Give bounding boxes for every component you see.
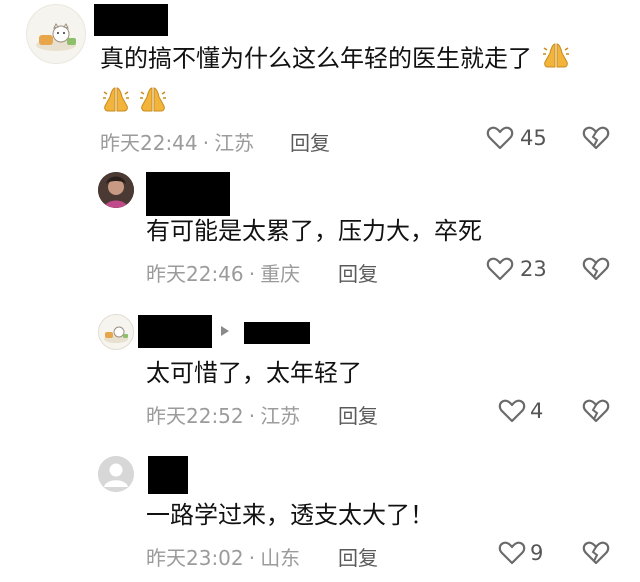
comment-time: 昨天22:44 <box>100 131 198 155</box>
dislike-button[interactable] <box>582 125 610 151</box>
like-button[interactable] <box>486 125 514 151</box>
meta-separator: · <box>248 404 256 428</box>
comment-text: 太可惜了，太年轻了 <box>146 359 362 387</box>
meta-separator: · <box>248 262 256 286</box>
redacted-username <box>94 4 168 36</box>
like-count: 4 <box>530 399 544 423</box>
comment-time: 昨天22:46 <box>146 262 244 286</box>
redacted-username <box>146 172 230 216</box>
reply-button[interactable]: 回复 <box>338 400 378 429</box>
dislike-button[interactable] <box>582 540 610 566</box>
broken-heart-icon <box>582 126 610 150</box>
comment-location: 山东 <box>260 546 301 570</box>
comment-meta: 昨天22:44 · 江苏 <box>100 127 254 156</box>
comment-location: 重庆 <box>260 262 301 286</box>
reply-button[interactable]: 回复 <box>338 258 378 287</box>
meta-separator: · <box>248 546 256 570</box>
like-count: 9 <box>530 541 544 565</box>
meta-separator: · <box>202 131 210 155</box>
like-button[interactable] <box>498 540 526 566</box>
heart-outline-icon <box>486 126 514 150</box>
comment-location: 江苏 <box>260 404 301 428</box>
avatar[interactable] <box>98 314 134 350</box>
emoji-row <box>100 84 169 118</box>
avatar[interactable] <box>98 172 134 208</box>
like-count: 45 <box>520 126 547 150</box>
like-button[interactable] <box>486 256 514 282</box>
triangle-right-icon <box>221 326 229 336</box>
avatar[interactable] <box>98 456 134 492</box>
broken-heart-icon <box>582 257 610 281</box>
avatar[interactable] <box>26 4 86 64</box>
comment-text: 真的搞不懂为什么这么年轻的医生就走了 <box>100 40 572 79</box>
heart-outline-icon <box>498 541 526 565</box>
reply-to-arrow <box>220 325 230 337</box>
avatar-cat-illustration <box>36 23 76 51</box>
default-avatar-icon <box>98 456 134 492</box>
comment-meta: 昨天23:02 · 山东 <box>146 542 300 571</box>
heart-outline-icon <box>486 257 514 281</box>
comment-meta: 昨天22:52 · 江苏 <box>146 400 300 429</box>
pray-emoji <box>100 84 132 118</box>
broken-heart-icon <box>582 399 610 423</box>
comment-meta: 昨天22:46 · 重庆 <box>146 258 300 287</box>
pray-emoji <box>137 84 169 118</box>
avatar-cat-illustration <box>104 326 128 343</box>
reply-button[interactable]: 回复 <box>338 542 378 571</box>
dislike-button[interactable] <box>582 398 610 424</box>
reply-button[interactable]: 回复 <box>290 127 330 156</box>
comment-time: 昨天23:02 <box>146 546 244 570</box>
redacted-username <box>148 456 188 494</box>
redacted-username <box>244 322 310 344</box>
broken-heart-icon <box>582 541 610 565</box>
comment-location: 江苏 <box>214 131 255 155</box>
like-count: 23 <box>520 257 547 281</box>
pray-emoji <box>540 40 572 79</box>
comment-time: 昨天22:52 <box>146 404 244 428</box>
redacted-username <box>138 315 212 348</box>
avatar-photo <box>98 172 134 208</box>
like-button[interactable] <box>498 398 526 424</box>
dislike-button[interactable] <box>582 256 610 282</box>
heart-outline-icon <box>498 399 526 423</box>
comment-text: 有可能是太累了，压力大，卒死 <box>146 217 482 245</box>
comment-text: 一路学过来，透支太大了！ <box>146 501 434 529</box>
